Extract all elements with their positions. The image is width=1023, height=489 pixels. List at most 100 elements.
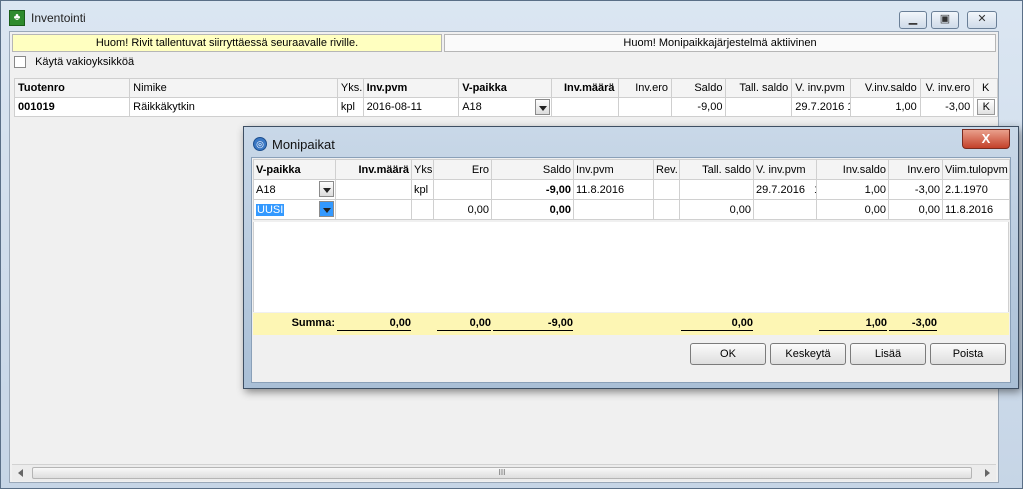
sum-inv-ero: -3,00 [889, 317, 937, 331]
dcell-inv-pvm[interactable]: 11.8.2016 [573, 179, 654, 200]
delete-button[interactable]: Poista [930, 343, 1006, 365]
col-header-k[interactable]: K [973, 78, 998, 98]
dialog-close-button[interactable]: X [962, 129, 1010, 149]
cell-v-inv-ero[interactable]: -3,00 [919, 97, 975, 117]
dcol-header-ero[interactable]: Ero [433, 159, 492, 180]
sum-inv-maara: 0,00 [337, 317, 411, 331]
scroll-left-icon[interactable] [18, 469, 23, 477]
dcol-header-rev[interactable]: Rev. [653, 159, 680, 180]
grid-header-row: Tuotenro Nimike Yks. Inv.pvm V-paikka In… [13, 78, 998, 98]
cell-v-paikka-combo[interactable]: A18 [458, 97, 552, 117]
minimize-button[interactable]: ▁ [899, 11, 927, 29]
monipaikat-dialog: ◎ Monipaikat X V-paikka Inv.määrä Yks. E… [243, 126, 1019, 389]
sum-ero: 0,00 [437, 317, 491, 331]
col-header-saldo[interactable]: Saldo [670, 78, 727, 98]
dcol-header-v-paikka[interactable]: V-paikka [253, 159, 336, 180]
title-bar: ♣ Inventointi ▁ ▣ ✕ [1, 1, 1022, 33]
locations-grid: V-paikka Inv.määrä Yks. Ero Saldo Inv.pv… [253, 159, 1010, 220]
dcell-saldo[interactable]: -9,00 [491, 179, 574, 200]
scroll-thumb[interactable]: III [32, 467, 972, 479]
cell-nimike[interactable]: Räikkäkytkin [129, 97, 338, 117]
dcell-inv-saldo[interactable]: 0,00 [816, 199, 889, 220]
col-header-tuotenro[interactable]: Tuotenro [13, 78, 131, 98]
v-paikka-value: A18 [462, 101, 482, 113]
table-row[interactable]: 001019 Räikkäkytkin kpl 2016-08-11 A18 -… [13, 97, 998, 117]
table-row[interactable]: UUSI 0,00 0,00 0,00 0,00 0,00 11.8.2016 [253, 199, 1010, 220]
col-header-v-inv-saldo[interactable]: V.inv.saldo [849, 78, 921, 98]
grid-empty-area [253, 222, 1009, 312]
dcell-yks[interactable]: kpl [411, 179, 434, 200]
dcol-header-inv-saldo[interactable]: Inv.saldo [816, 159, 889, 180]
dcell-inv-pvm[interactable] [573, 199, 654, 220]
app-icon: ♣ [9, 10, 25, 26]
chevron-down-icon[interactable] [319, 181, 334, 197]
dcol-header-saldo[interactable]: Saldo [491, 159, 574, 180]
cell-inv-pvm[interactable]: 2016-08-11 [362, 97, 460, 117]
dcol-header-viim-tulopvm[interactable]: Viim.tulopvm [942, 159, 1010, 180]
chevron-down-icon[interactable] [534, 99, 550, 115]
dcell-tall-saldo[interactable] [679, 179, 754, 200]
dcell-v-inv-pvm[interactable]: 29.7.2016 1 [753, 179, 817, 200]
inventory-grid: Tuotenro Nimike Yks. Inv.pvm V-paikka In… [13, 78, 998, 117]
dcell-inv-ero[interactable]: 0,00 [888, 199, 943, 220]
horizontal-scrollbar[interactable]: III [12, 464, 996, 481]
standard-unit-option[interactable]: Käytä vakioyksikköä [14, 56, 134, 72]
col-header-v-inv-ero[interactable]: V. inv.ero [919, 78, 975, 98]
dcell-ero[interactable] [433, 179, 492, 200]
chevron-down-icon[interactable] [319, 201, 334, 217]
dcell-v-inv-pvm-value: 29.7.2016 [756, 183, 805, 196]
dcell-inv-saldo[interactable]: 1,00 [816, 179, 889, 200]
add-button[interactable]: Lisää [850, 343, 926, 365]
scroll-right-icon[interactable] [985, 469, 990, 477]
dcell-inv-ero[interactable]: -3,00 [888, 179, 943, 200]
table-row[interactable]: A18 kpl -9,00 11.8.2016 29.7.2016 1 1,00… [253, 179, 1010, 200]
cell-tall-saldo[interactable] [725, 97, 793, 117]
col-header-inv-pvm[interactable]: Inv.pvm [362, 78, 460, 98]
dcell-viim-tulopvm[interactable]: 11.8.2016 [942, 199, 1010, 220]
maximize-button[interactable]: ▣ [931, 11, 959, 29]
col-header-yks[interactable]: Yks. [336, 78, 364, 98]
cell-yks[interactable]: kpl [336, 97, 364, 117]
dcell-yks[interactable] [411, 199, 434, 220]
dcol-header-inv-maara[interactable]: Inv.määrä [335, 159, 412, 180]
col-header-v-inv-pvm[interactable]: V. inv.pvm [791, 78, 851, 98]
ok-button[interactable]: OK [690, 343, 766, 365]
dcell-v-inv-pvm[interactable] [753, 199, 817, 220]
dcol-header-inv-pvm[interactable]: Inv.pvm [573, 159, 654, 180]
dcell-saldo[interactable]: 0,00 [491, 199, 574, 220]
sum-saldo: -9,00 [493, 317, 573, 331]
col-header-inv-ero[interactable]: Inv.ero [617, 78, 673, 98]
close-button[interactable]: ✕ [967, 11, 997, 29]
dcell-tall-saldo[interactable]: 0,00 [679, 199, 754, 220]
sum-inv-saldo: 1,00 [819, 317, 887, 331]
standard-unit-checkbox[interactable] [14, 56, 26, 69]
summary-bar: Summa: 0,00 0,00 -9,00 0,00 1,00 -3,00 [253, 313, 1009, 335]
dcol-header-v-inv-pvm[interactable]: V. inv.pvm [753, 159, 817, 180]
dcell-rev[interactable] [653, 179, 680, 200]
dcell-inv-maara[interactable] [335, 199, 412, 220]
cell-v-inv-pvm[interactable]: 29.7.2016 1 [791, 97, 851, 117]
cell-inv-ero[interactable] [617, 97, 673, 117]
dcol-header-inv-ero[interactable]: Inv.ero [888, 159, 943, 180]
cell-inv-maara[interactable] [550, 97, 619, 117]
col-header-tall-saldo[interactable]: Tall. saldo [725, 78, 793, 98]
dcol-header-tall-saldo[interactable]: Tall. saldo [679, 159, 754, 180]
dcell-v-paikka-value: A18 [256, 183, 276, 196]
col-header-nimike[interactable]: Nimike [129, 78, 338, 98]
summary-label: Summa: [291, 317, 335, 329]
dcell-v-paikka-combo-new[interactable]: UUSI [253, 199, 336, 220]
cell-saldo[interactable]: -9,00 [670, 97, 727, 117]
cell-v-inv-saldo[interactable]: 1,00 [849, 97, 921, 117]
k-button[interactable]: K [977, 99, 996, 115]
dialog-title: Monipaikat [272, 137, 335, 152]
dcell-ero[interactable]: 0,00 [433, 199, 492, 220]
dcell-v-paikka-combo[interactable]: A18 [253, 179, 336, 200]
cell-tuotenro[interactable]: 001019 [13, 97, 131, 117]
dcell-inv-maara[interactable] [335, 179, 412, 200]
col-header-v-paikka[interactable]: V-paikka [458, 78, 552, 98]
cancel-button[interactable]: Keskeytä [770, 343, 846, 365]
dcol-header-yks[interactable]: Yks. [411, 159, 434, 180]
dcell-rev[interactable] [653, 199, 680, 220]
dcell-viim-tulopvm[interactable]: 2.1.1970 [942, 179, 1010, 200]
col-header-inv-maara[interactable]: Inv.määrä [550, 78, 619, 98]
